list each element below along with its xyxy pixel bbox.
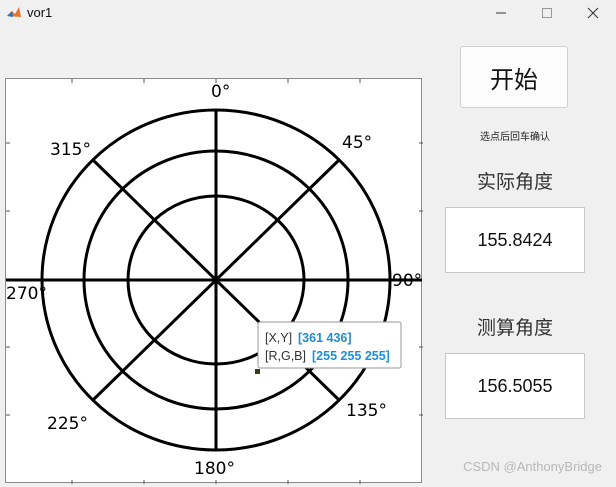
- hint-text: 选点后回车确认: [480, 132, 550, 143]
- maximize-button[interactable]: [524, 0, 570, 26]
- actual-angle-label: 实际角度: [476, 171, 553, 193]
- angle-label-180: 180°: [194, 459, 235, 479]
- datatip-marker[interactable]: [255, 369, 260, 374]
- datatip-xy-value: [361 436]: [298, 331, 352, 345]
- angle-label-0: 0°: [211, 82, 230, 102]
- angle-label-315: 315°: [50, 140, 91, 160]
- close-button[interactable]: [570, 0, 616, 26]
- watermark: CSDN @AnthonyBridge: [463, 459, 602, 474]
- polar-plot-image[interactable]: 0° 45° 90° 135° 180° 225° 270° 315° [X,Y…: [6, 79, 423, 484]
- angle-label-270: 270°: [6, 284, 47, 304]
- datatip-rgb-value: [255 255 255]: [312, 349, 390, 363]
- actual-angle-field[interactable]: 155.8424: [445, 207, 585, 273]
- angle-label-90: 90°: [392, 271, 422, 291]
- measured-angle-label: 测算角度: [476, 317, 553, 339]
- window-title: vor1: [27, 5, 53, 20]
- angle-label-45: 45°: [342, 133, 372, 153]
- angle-label-225: 225°: [47, 414, 88, 434]
- maximize-icon: [542, 8, 552, 18]
- datatip-xy-label: [X,Y]: [265, 331, 292, 345]
- datatip-rgb-label: [R,G,B]: [265, 349, 306, 363]
- angle-label-135: 135°: [346, 401, 387, 421]
- measured-angle-field[interactable]: 156.5055: [445, 353, 585, 419]
- close-icon: [587, 7, 599, 19]
- title-bar: vor1: [0, 0, 616, 26]
- datatip[interactable]: [X,Y] [361 436] [R,G,B] [255 255 255]: [257, 321, 402, 369]
- minimize-button[interactable]: [478, 0, 524, 26]
- matlab-app-icon: [7, 7, 21, 17]
- image-axes[interactable]: 0° 45° 90° 135° 180° 225° 270° 315° [X,Y…: [5, 78, 423, 484]
- start-button[interactable]: 开始: [460, 46, 568, 108]
- minimize-icon: [496, 12, 506, 14]
